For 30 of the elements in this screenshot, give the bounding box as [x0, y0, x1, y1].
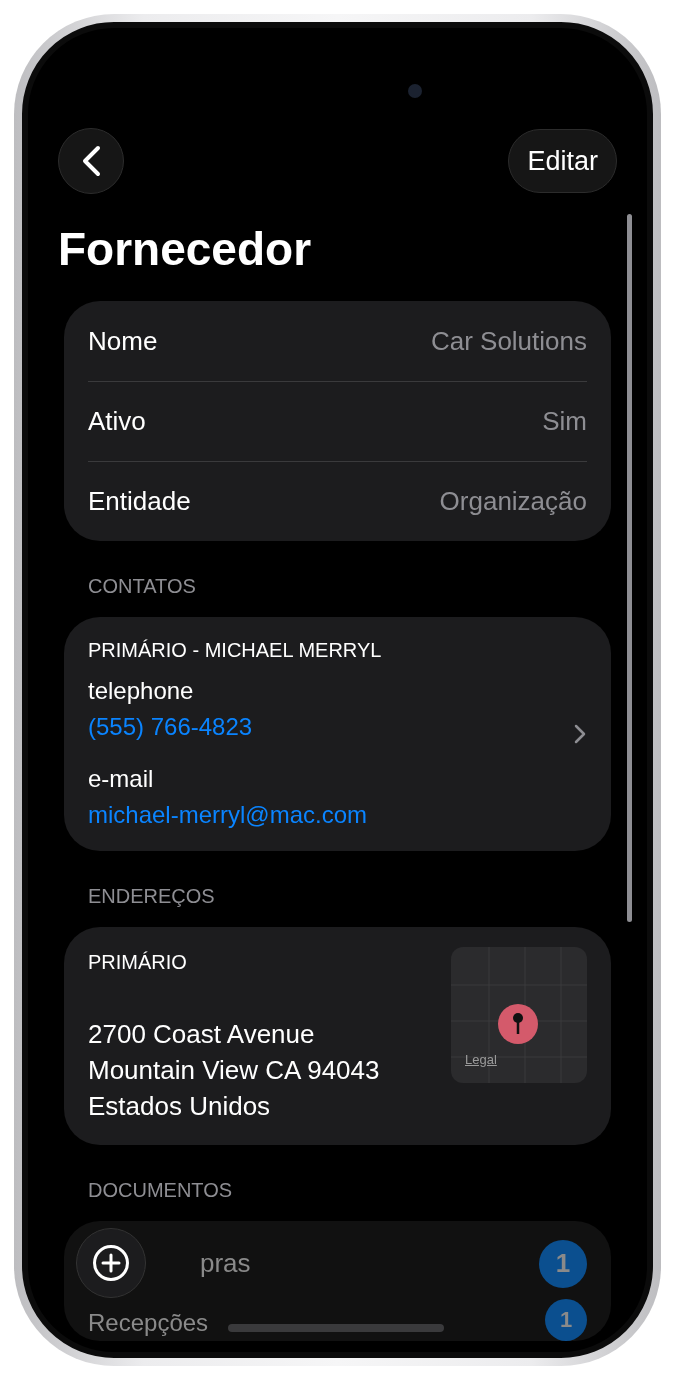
field-value: Car Solutions — [430, 324, 587, 358]
chevron-icon — [573, 723, 587, 746]
address-heading: PRIMÁRIO — [88, 950, 188, 976]
camera-icon — [408, 84, 422, 98]
legal-link[interactable]: Legal — [465, 1049, 497, 1070]
field-label: Ativo — [88, 405, 146, 439]
count-badge: 1 — [539, 1239, 587, 1288]
field-value: Sim — [542, 405, 587, 439]
document-label[interactable]: pras — [200, 1244, 251, 1284]
count-badge: 1 — [545, 1298, 587, 1341]
field-label: Nome — [88, 324, 158, 358]
address-text: 2700 Coast Avenue Mountain View CA 94043 Estados Unidos — [88, 1018, 380, 1123]
page-title: Fornecedor — [58, 222, 313, 277]
section-header: CONTATOS — [88, 574, 197, 600]
address-card[interactable]: PRIMÁRIO 2700 Coast Avenue Mountain View CA 94043 Estados Unidos Legal — [64, 927, 611, 1145]
contact-link[interactable]: michael-merryl@mac.com — [88, 797, 368, 834]
document-label[interactable]: Recepções — [88, 1304, 209, 1341]
field-label: Entidade — [88, 485, 191, 519]
edit-button[interactable]: Editar — [508, 129, 617, 193]
field-label: telephone — [88, 676, 195, 707]
field-value: Organização — [439, 485, 587, 519]
contact-heading: PRIMÁRIO - MICHAEL MERRYL — [88, 638, 383, 664]
section-header: DOCUMENTOS — [88, 1177, 234, 1203]
section-header: ENDEREÇOS — [88, 884, 216, 910]
contact-link[interactable]: (555) 766-4823 — [88, 709, 253, 746]
field-label: e-mail — [88, 764, 155, 795]
add-icon — [92, 1244, 130, 1282]
map-pin-icon — [497, 1003, 539, 1046]
back-icon — [81, 145, 101, 177]
contact-card[interactable]: PRIMÁRIO - MICHAEL MERRYL telephone (555) 766-4823 e-mail michael-merryl@mac.com — [64, 617, 611, 852]
